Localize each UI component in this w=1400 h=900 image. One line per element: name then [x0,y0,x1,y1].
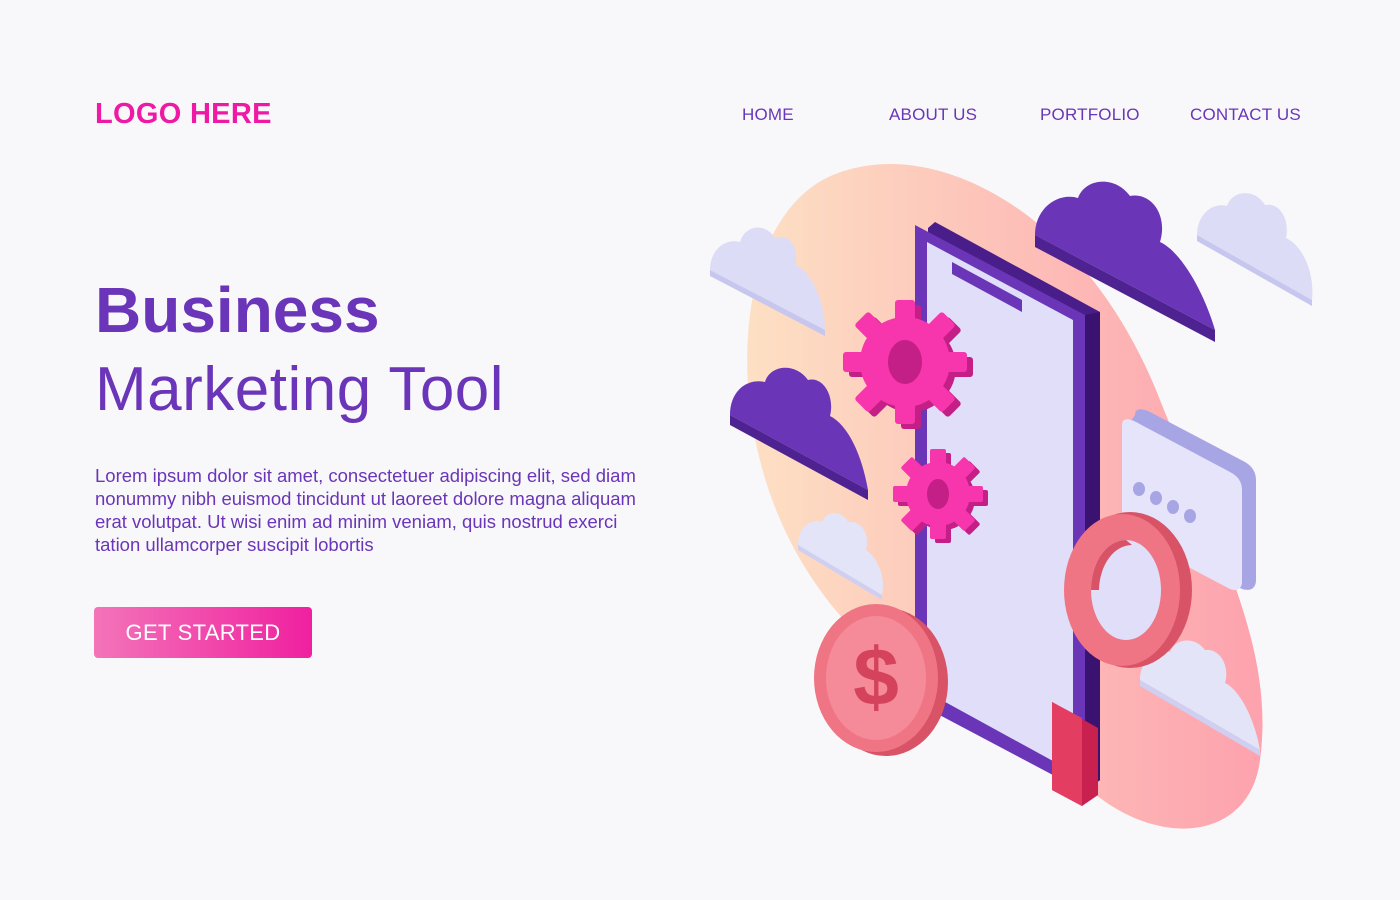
get-started-button[interactable]: GET STARTED [94,607,312,658]
nav-contact-us[interactable]: CONTACT US [1190,105,1301,125]
nav-home[interactable]: HOME [742,105,794,125]
hero-title: Business [95,274,380,346]
hero-body-text: Lorem ipsum dolor sit amet, consectetuer… [95,465,636,555]
hero-illustration: $ [690,150,1330,855]
hero-subtitle: Marketing Tool [95,355,505,424]
nav-portfolio[interactable]: PORTFOLIO [1040,105,1140,125]
main-nav: HOME ABOUT US PORTFOLIO CONTACT US [0,105,1400,129]
nav-about-us[interactable]: ABOUT US [889,105,977,125]
cloud-icon [1197,193,1313,306]
dollar-symbol: $ [853,632,899,723]
